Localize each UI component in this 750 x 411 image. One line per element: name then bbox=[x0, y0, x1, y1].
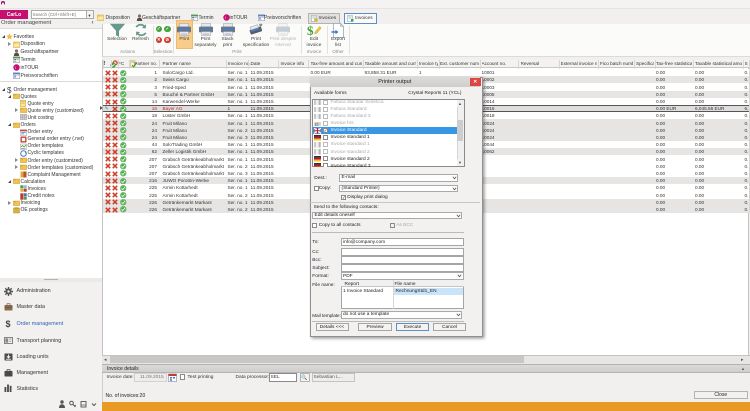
svg-text:$: $ bbox=[5, 319, 10, 328]
svg-text:$: $ bbox=[307, 23, 314, 37]
svg-text:i: i bbox=[15, 65, 16, 70]
svg-text:$: $ bbox=[7, 86, 12, 94]
svg-text:i: i bbox=[224, 15, 225, 20]
